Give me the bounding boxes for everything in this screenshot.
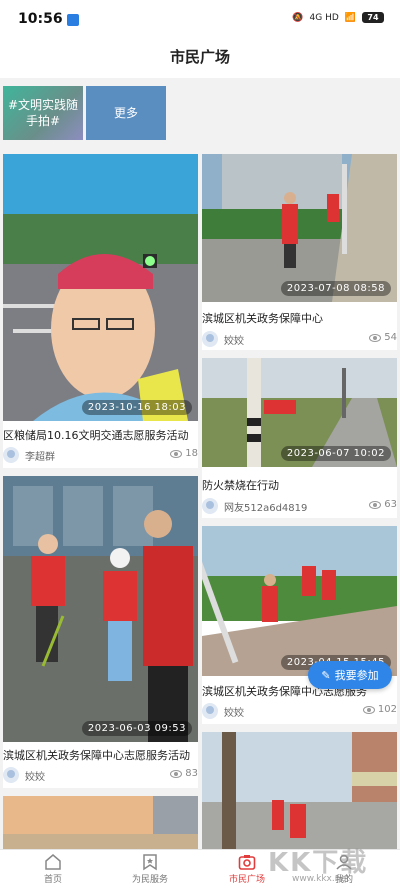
post-title: 防火禁烧在行动 [202,479,279,492]
post-photo-image [202,526,397,676]
join-button-label: 我要参加 [334,669,379,682]
post-photo-image [202,154,397,302]
post-photo [3,796,198,849]
post-photo: 2023-07-08 08:58 [202,154,397,302]
camera-icon [238,855,256,870]
post-author: 李超群 [25,452,55,463]
watermark-url: www.kkx.net [292,874,350,884]
tab-home[interactable]: 首页 [13,853,93,889]
eye-icon [170,769,183,778]
post-card[interactable]: 2023-10-16 18:03 区粮储局10.16文明交通志愿服务活动 李超群… [3,154,198,468]
avatar [3,447,19,463]
post-photo-image [3,476,198,742]
page-title: 市民广场 [169,48,230,66]
post-card[interactable]: 2023-06-07 10:02 防火禁烧在行动 网友512a6d4819 63 [202,358,397,518]
post-timestamp: 2023-06-03 09:53 [81,721,192,736]
mute-icon: 🔕 [292,12,304,23]
views-count: 83 [185,768,198,779]
post-meta: 姣姣 54 [202,331,397,347]
status-bar: 10:56 🔕 4G HD 📶 74 [0,0,400,40]
post-card[interactable] [3,796,198,849]
post-photo-image [3,154,198,421]
post-author: 姣姣 [224,708,244,719]
avatar [202,498,218,514]
post-timestamp: 2023-07-08 08:58 [280,281,391,296]
eye-icon [170,449,183,458]
avatar [3,767,19,783]
tab-label: 首页 [43,875,62,885]
post-views: 54 [369,332,397,343]
post-author: 姣姣 [25,772,45,783]
wifi-icon: 📶 [344,12,356,23]
post-photo: 2023-06-03 09:53 [3,476,198,742]
post-author: 姣姣 [224,336,244,347]
pencil-icon: ✎ [321,668,331,682]
post-card[interactable]: 2023-07-08 08:58 滨城区机关政务保障中心 姣姣 54 [202,154,397,350]
post-meta: 姣姣 102 [202,703,397,719]
views-count: 18 [185,448,198,459]
app-notification-icon [67,14,79,26]
eye-icon [369,500,382,509]
topic-strip: #文明实践随手拍# 更多 [0,78,400,150]
post-title: 滨城区机关政务保障中心志愿服务活动 [3,749,190,762]
post-title: 区粮储局10.16文明交通志愿服务活动 [3,429,189,442]
post-author: 网友512a6d4819 [224,503,308,514]
views-count: 54 [384,332,397,343]
tab-services[interactable]: 为民服务 [110,853,190,889]
post-photo: 2023-04-15 15:45 [202,526,397,676]
post-views: 102 [362,704,397,715]
post-photo-image [3,796,198,849]
status-indicators: 🔕 4G HD 📶 74 [292,12,384,23]
views-count: 102 [377,704,397,715]
page-header: 市民广场 [0,40,400,78]
avatar [202,331,218,347]
status-time: 10:56 [18,11,63,27]
post-photo [202,732,397,849]
post-photo: 2023-10-16 18:03 [3,154,198,421]
service-icon [143,854,157,871]
post-meta: 李超群 18 [3,447,198,463]
eye-icon [369,333,382,342]
post-timestamp: 2023-06-07 10:02 [280,446,391,461]
post-card[interactable]: 2023-06-03 09:53 滨城区机关政务保障中心志愿服务活动 姣姣 83 [3,476,198,788]
post-title: 滨城区机关政务保障中心 [202,312,323,325]
post-timestamp: 2023-10-16 18:03 [81,400,192,415]
network-label: 4G HD [309,12,339,23]
avatar [202,703,218,719]
post-views: 18 [170,448,198,459]
post-views: 63 [369,499,397,510]
eye-icon [362,705,375,714]
battery-icon: 74 [362,12,384,23]
post-meta: 姣姣 83 [3,767,198,783]
topic-more-button[interactable]: 更多 [86,86,166,140]
post-card[interactable]: 2023-04-15 15:45 滨城区机关政务保障中心志愿服务 姣姣 102 [202,526,397,724]
home-icon [45,854,61,870]
post-photo: 2023-06-07 10:02 [202,358,397,467]
topic-civilization-photo[interactable]: #文明实践随手拍# [3,86,83,140]
post-photo-image [202,732,397,849]
post-meta: 网友512a6d4819 63 [202,498,397,514]
post-views: 83 [170,768,198,779]
tab-label: 为民服务 [131,875,168,885]
views-count: 63 [384,499,397,510]
post-card[interactable] [202,732,397,849]
join-button[interactable]: ✎ 我要参加 [308,661,392,689]
